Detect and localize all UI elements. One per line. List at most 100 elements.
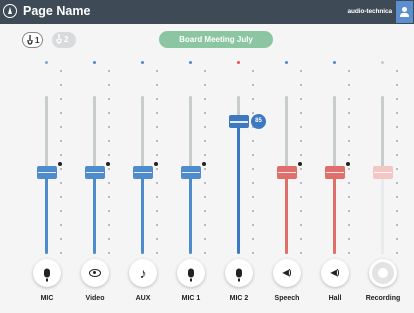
fader-handle[interactable] — [37, 165, 57, 179]
scale-tick — [156, 210, 158, 212]
preset-number: 1 — [35, 36, 40, 45]
fader-level — [45, 171, 48, 254]
speaker-icon: ◀) — [282, 268, 292, 277]
scale-tick — [300, 154, 302, 156]
scale-tick — [396, 238, 398, 240]
scale-tick — [252, 154, 254, 156]
channel-mute-button[interactable] — [81, 259, 109, 287]
signal-led — [237, 61, 240, 64]
nominal-level-marker — [346, 161, 350, 166]
channel-recording: Recording — [359, 56, 407, 313]
scale-tick — [204, 224, 206, 226]
channel-mic-2: 85 MIC 2 — [215, 56, 266, 313]
scale-tick — [300, 140, 302, 142]
scale-tick — [108, 252, 110, 254]
scale-tick — [396, 182, 398, 184]
fader-level — [237, 121, 240, 254]
scale-tick — [396, 210, 398, 212]
scale-tick — [156, 70, 158, 72]
signal-led — [93, 61, 96, 64]
scale-tick — [156, 98, 158, 100]
scale-tick — [348, 140, 350, 142]
nominal-level-marker — [106, 161, 110, 166]
scale-tick — [300, 224, 302, 226]
preset-2-button[interactable]: 2 — [52, 32, 76, 48]
scale-tick — [348, 252, 350, 254]
scale-tick — [60, 112, 62, 114]
brand-logo: audio-technica — [347, 8, 393, 15]
scale-tick — [108, 84, 110, 86]
scale-tick — [348, 70, 350, 72]
channel-mute-button[interactable] — [225, 259, 253, 287]
hand-icon — [27, 35, 33, 45]
scale-tick — [204, 210, 206, 212]
scale-tick — [108, 112, 110, 114]
channel-mute-button[interactable]: ◀) — [273, 259, 301, 287]
channel-mute-button[interactable]: ◀) — [321, 259, 349, 287]
scale-tick — [204, 252, 206, 254]
scale-tick — [156, 84, 158, 86]
scale-tick — [396, 126, 398, 128]
fader-level — [189, 171, 192, 254]
scale-tick — [204, 182, 206, 184]
fader-handle[interactable] — [229, 115, 249, 129]
scale-tick — [60, 84, 62, 86]
scale-tick — [204, 112, 206, 114]
signal-led — [381, 61, 384, 64]
scale-tick — [60, 70, 62, 72]
scale-tick — [252, 196, 254, 198]
fader-level — [381, 171, 384, 254]
fader-handle[interactable] — [85, 165, 105, 179]
fader-handle[interactable] — [133, 165, 153, 179]
user-button[interactable] — [396, 1, 413, 23]
scale-tick — [252, 70, 254, 72]
scale-tick — [252, 210, 254, 212]
scale-tick — [252, 84, 254, 86]
scale-tick — [300, 196, 302, 198]
scale-tick — [300, 70, 302, 72]
scale-tick — [108, 126, 110, 128]
scale-tick — [108, 182, 110, 184]
scale-tick — [396, 168, 398, 170]
scale-tick — [348, 154, 350, 156]
scale-tick — [300, 210, 302, 212]
channel-mic: MIC — [23, 56, 71, 313]
channel-mute-button[interactable] — [33, 259, 61, 287]
channel-mute-button[interactable]: ♪ — [129, 259, 157, 287]
fader-handle[interactable] — [181, 165, 201, 179]
scale-tick — [108, 98, 110, 100]
scale-tick — [156, 196, 158, 198]
fader-level — [333, 171, 336, 254]
fader-level — [93, 171, 96, 254]
fader-handle[interactable] — [373, 165, 393, 179]
scale-tick — [300, 84, 302, 86]
app-logo-icon[interactable] — [3, 4, 17, 18]
scale-tick — [156, 182, 158, 184]
scale-tick — [60, 196, 62, 198]
scale-tick — [348, 168, 350, 170]
scale-tick — [204, 84, 206, 86]
user-icon — [402, 7, 407, 12]
scale-tick — [396, 154, 398, 156]
scale-tick — [108, 210, 110, 212]
scale-tick — [348, 84, 350, 86]
scale-tick — [396, 196, 398, 198]
scale-tick — [396, 98, 398, 100]
nominal-level-marker — [154, 161, 158, 166]
preset-1-button[interactable]: 1 — [22, 32, 43, 48]
scale-tick — [252, 252, 254, 254]
microphone-icon — [236, 268, 242, 282]
meeting-name-button[interactable]: Board Meeting July — [159, 31, 273, 48]
scale-tick — [108, 140, 110, 142]
scale-tick — [60, 238, 62, 240]
channel-mute-button[interactable] — [177, 259, 205, 287]
signal-led — [141, 61, 144, 64]
scale-tick — [156, 112, 158, 114]
channel-mute-button[interactable] — [369, 259, 397, 287]
speaker-icon: ◀) — [330, 268, 340, 277]
scale-tick — [204, 70, 206, 72]
scale-tick — [300, 126, 302, 128]
fader-handle[interactable] — [277, 165, 297, 179]
fader-handle[interactable] — [325, 165, 345, 179]
scale-tick — [300, 182, 302, 184]
